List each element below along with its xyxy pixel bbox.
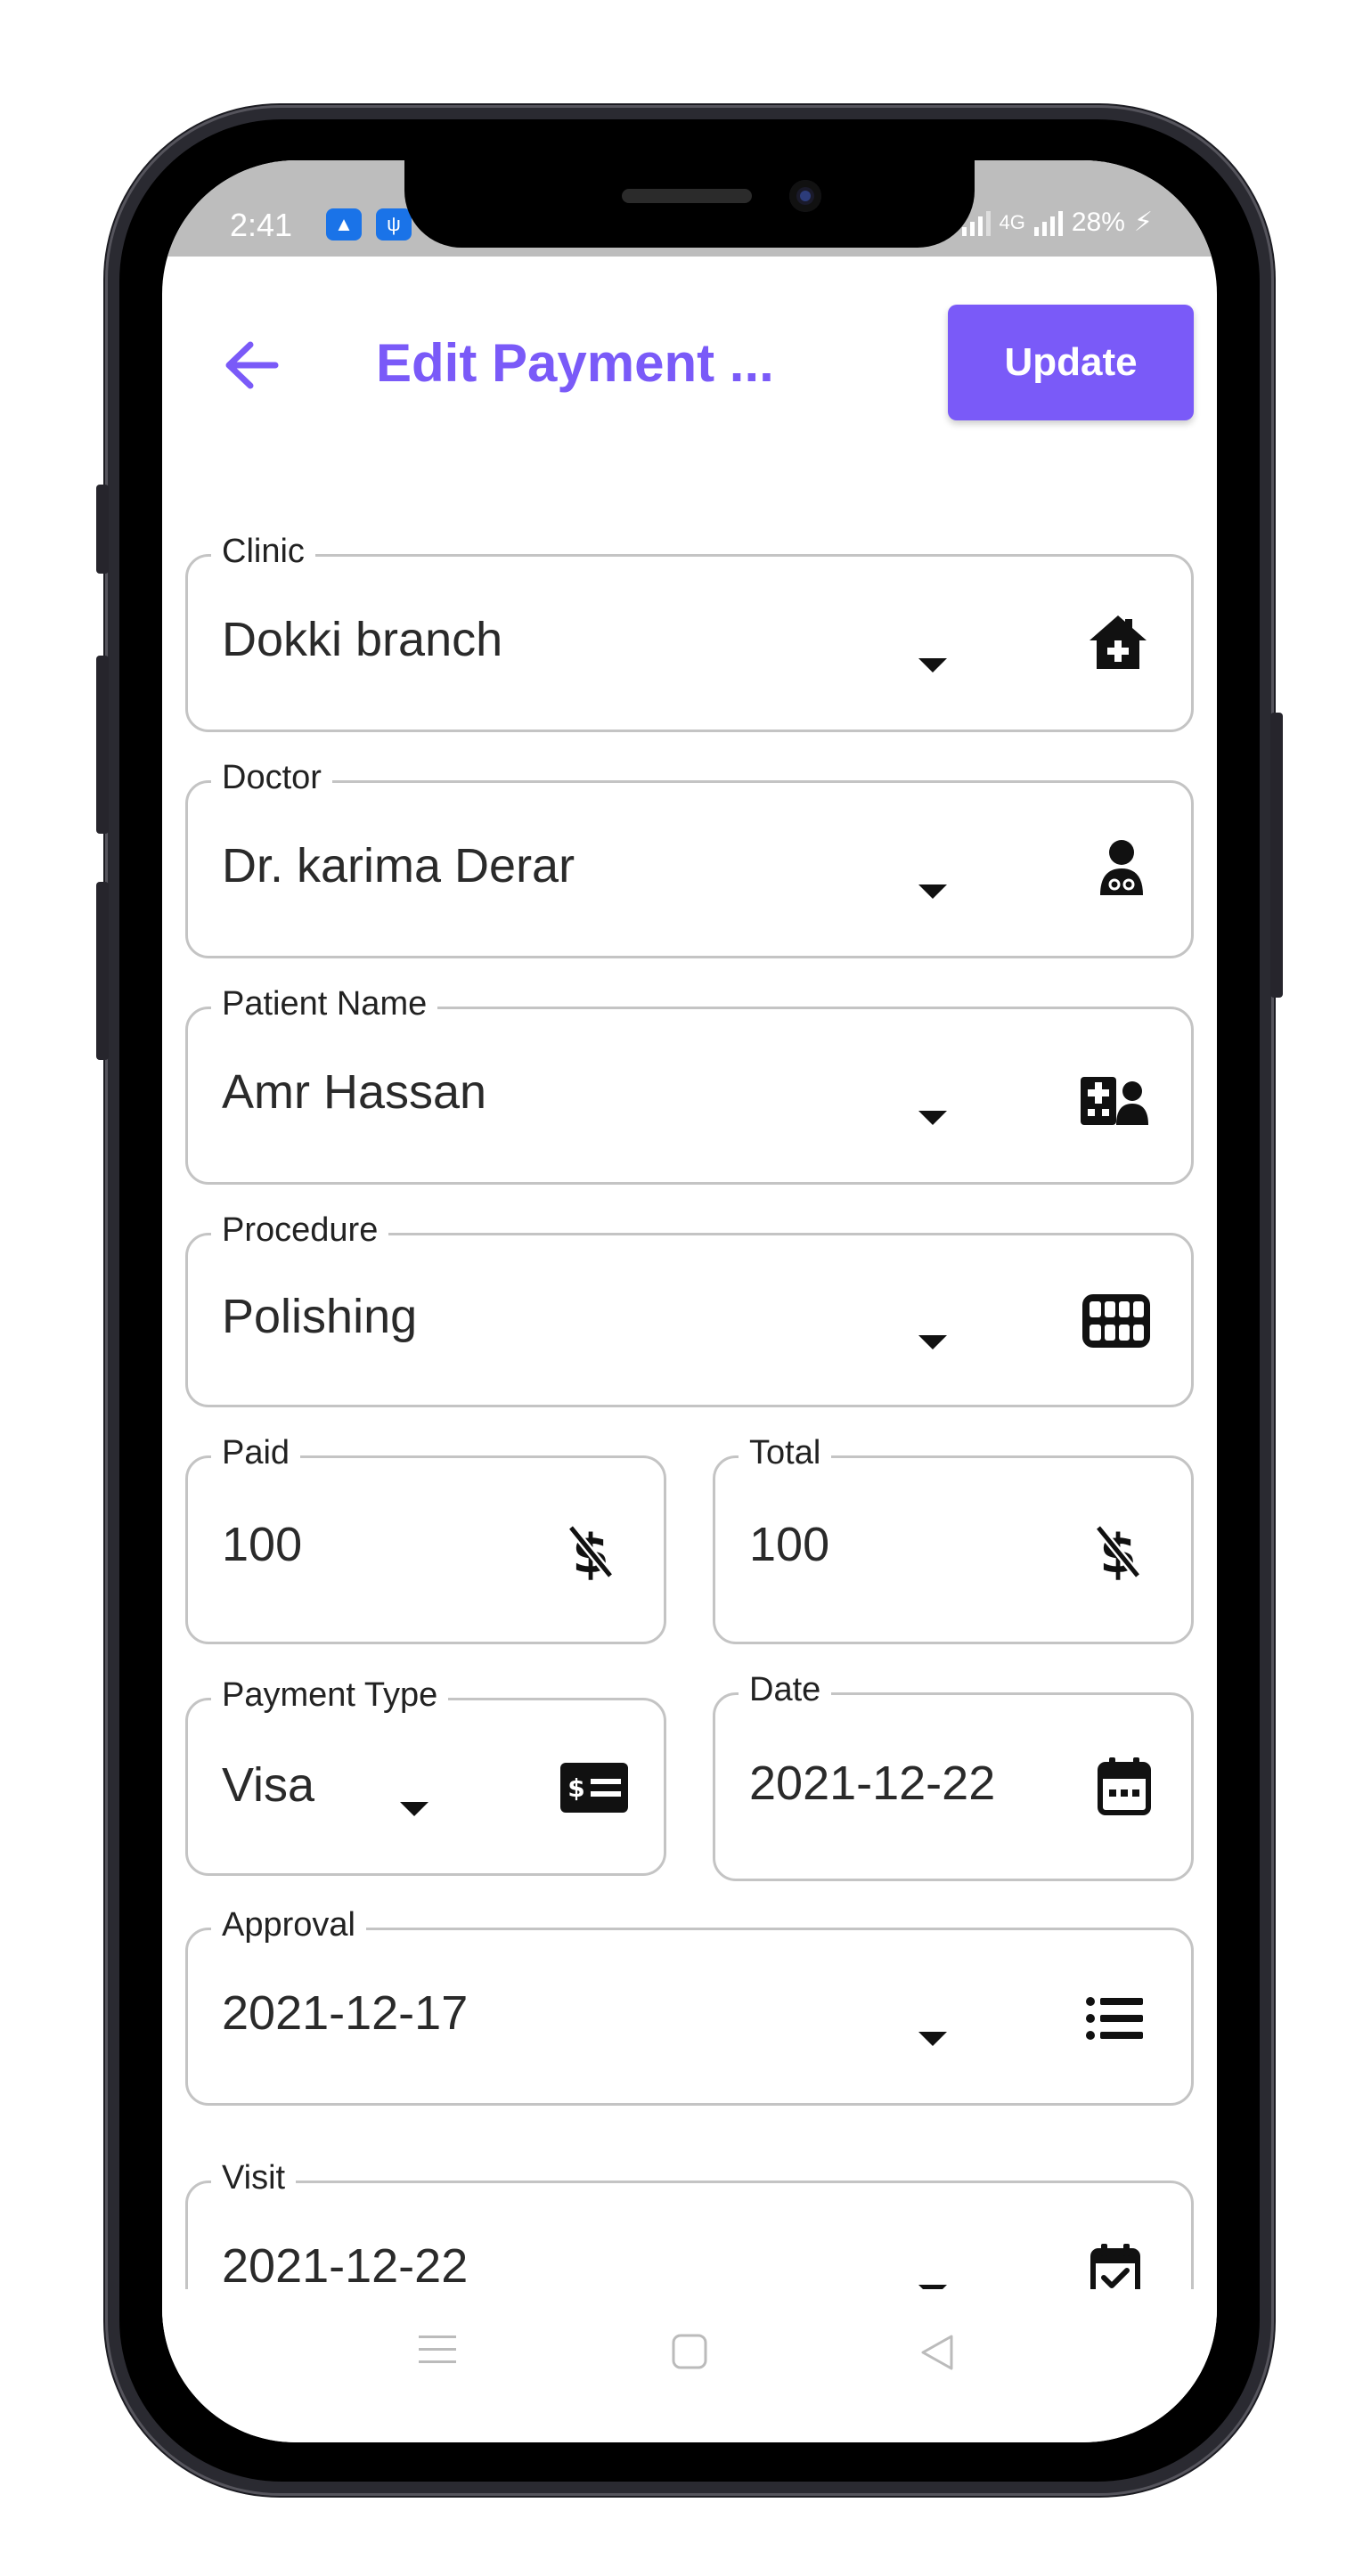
clinic-select[interactable]: Clinic Dokki branch: [185, 530, 1194, 732]
battery-percent: 28%: [1071, 207, 1125, 237]
hospital-user-icon: [1081, 1077, 1148, 1125]
payment-type-label: Payment Type: [211, 1674, 449, 1716]
chevron-down-icon: [918, 2032, 947, 2046]
visit-value: 2021-12-22: [222, 2239, 469, 2293]
payment-type-value: Visa: [222, 1758, 315, 1812]
payment-type-select[interactable]: Payment Type Visa $: [185, 1674, 666, 1876]
patient-name-select[interactable]: Patient Name Amr Hassan: [185, 982, 1194, 1185]
status-time: 2:41: [230, 207, 293, 243]
phone-side-button: [96, 485, 109, 574]
date-value: 2021-12-22: [749, 1757, 996, 1810]
procedure-label: Procedure: [211, 1209, 389, 1251]
patient-name-label: Patient Name: [211, 982, 438, 1025]
app-screen: 2:41 ▲ ψ 4G 28% ⚡ Edit Payment ... Updat…: [162, 160, 1217, 2442]
doctor-label: Doctor: [211, 756, 332, 799]
total-value: 100: [749, 1518, 830, 1571]
signal-icon-2: [1033, 209, 1063, 236]
front-camera: [789, 180, 821, 212]
date-label: Date: [739, 1668, 832, 1711]
money-off-icon: $: [567, 1523, 614, 1581]
chevron-down-icon: [918, 884, 947, 899]
patient-name-value: Amr Hassan: [222, 1065, 487, 1119]
arrow-left-icon: [225, 341, 279, 389]
menu-nav-icon[interactable]: [419, 2334, 456, 2366]
list-icon: [1086, 1997, 1143, 2040]
paid-input[interactable]: Paid 100 $: [185, 1431, 666, 1644]
page-title: Edit Payment ...: [376, 333, 774, 393]
procedure-select[interactable]: Procedure Polishing: [185, 1209, 1194, 1407]
approval-value: 2021-12-17: [222, 1986, 469, 2040]
doctor-icon: [1100, 840, 1143, 895]
camera-notch: [404, 160, 975, 248]
phone-volume-up-button: [96, 656, 109, 834]
chevron-down-icon: [400, 1802, 428, 1816]
chevron-down-icon: [918, 658, 947, 673]
back-nav-icon[interactable]: [919, 2334, 955, 2371]
phone-power-button: [1270, 713, 1283, 998]
charging-icon: ⚡: [1133, 208, 1153, 237]
status-indicators: 4G 28% ⚡: [961, 207, 1153, 238]
back-button[interactable]: [216, 330, 287, 401]
total-input[interactable]: Total 100 $: [713, 1431, 1194, 1644]
update-button[interactable]: Update: [948, 305, 1194, 420]
svg-text:$: $: [567, 1773, 584, 1803]
paid-value: 100: [222, 1518, 303, 1571]
teeth-icon: [1082, 1294, 1150, 1348]
doctor-value: Dr. karima Derar: [222, 839, 575, 893]
system-nav-bar: [162, 2289, 1217, 2442]
approval-label: Approval: [211, 1903, 366, 1946]
clinic-label: Clinic: [211, 530, 315, 573]
calendar-icon: [1098, 1757, 1151, 1815]
total-label: Total: [739, 1431, 832, 1474]
date-input[interactable]: Date 2021-12-22: [713, 1668, 1194, 1881]
chevron-down-icon: [918, 1111, 947, 1125]
paid-label: Paid: [211, 1431, 301, 1474]
clinic-house-icon: [1090, 615, 1147, 669]
android-notification-icon: ▲: [326, 208, 362, 240]
card-icon: $: [560, 1763, 628, 1813]
chevron-down-icon: [918, 1335, 947, 1349]
home-nav-icon[interactable]: [672, 2334, 707, 2369]
usb-notification-icon: ψ: [376, 208, 412, 240]
network-type: 4G: [999, 210, 1025, 233]
approval-select[interactable]: Approval 2021-12-17: [185, 1903, 1194, 2106]
phone-volume-down-button: [96, 882, 109, 1060]
visit-label: Visit: [211, 2156, 297, 2199]
clinic-value: Dokki branch: [222, 613, 503, 666]
speaker-grille: [622, 189, 752, 203]
money-off-icon: $: [1095, 1523, 1141, 1581]
doctor-select[interactable]: Doctor Dr. karima Derar: [185, 756, 1194, 958]
procedure-value: Polishing: [222, 1290, 418, 1343]
